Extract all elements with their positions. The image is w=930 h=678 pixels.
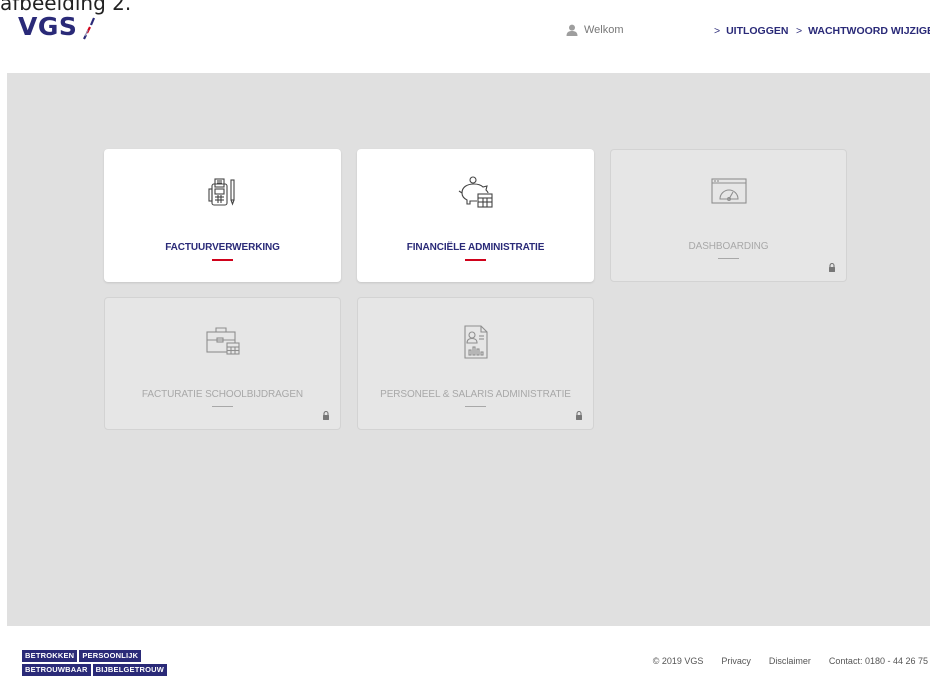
tile-label: FINANCIËLE ADMINISTRATIE bbox=[406, 242, 545, 253]
invoice-calculator-icon bbox=[207, 178, 235, 206]
tile-label: FACTUURVERWERKING bbox=[165, 242, 280, 253]
lock-icon bbox=[829, 263, 835, 272]
briefcase-calculator-icon bbox=[205, 327, 240, 355]
badge-persoonlijk: PERSOONLIJK bbox=[79, 650, 142, 662]
user-icon bbox=[566, 24, 578, 36]
header: VGS Welkom > UITLOGGEN > WACHTWOORD WIJZ… bbox=[0, 0, 930, 72]
change-password-label: WACHTWOORD WIJZIGEN bbox=[808, 25, 930, 37]
logout-label: UITLOGGEN bbox=[726, 25, 789, 37]
privacy-link[interactable]: Privacy bbox=[721, 656, 751, 666]
badge-bijbelgetrouw: BIJBELGETROUW bbox=[92, 664, 168, 676]
chevron-right-icon: > bbox=[714, 25, 721, 37]
tile-label: FACTURATIE SCHOOLBIJDRAGEN bbox=[141, 389, 304, 400]
slogan-badges: BETROKKEN PERSOONLIJK BETROUWBAAR BIJBEL… bbox=[22, 650, 168, 678]
copyright-text: © 2019 VGS bbox=[652, 656, 704, 666]
tile-personeel-salaris-administratie: PERSONEEL & SALARIS ADMINISTRATIE bbox=[357, 297, 594, 430]
underline bbox=[465, 406, 486, 407]
piggy-bank-calculator-icon bbox=[458, 176, 493, 208]
badge-betrokken: BETROKKEN bbox=[22, 650, 78, 662]
tile-factuurverwerking[interactable]: FACTUURVERWERKING bbox=[104, 149, 341, 282]
tile-label: DASHBOARDING bbox=[688, 241, 769, 252]
tile-financiele-administratie[interactable]: FINANCIËLE ADMINISTRATIE bbox=[357, 149, 594, 282]
accent-underline bbox=[212, 259, 233, 261]
tiles-panel: FACTUURVERWERKING FINANCIËLE ADMINISTRAT… bbox=[7, 73, 930, 626]
underline bbox=[212, 406, 233, 407]
chevron-right-icon: > bbox=[796, 25, 803, 37]
vgs-logo[interactable]: VGS bbox=[18, 12, 97, 42]
tile-dashboarding: DASHBOARDING bbox=[610, 149, 847, 282]
contact-text: Contact: 0180 - 44 26 75 bbox=[828, 656, 928, 666]
footer-links: © 2019 VGS Privacy Disclaimer Contact: 0… bbox=[653, 656, 928, 666]
dashboard-gauge-icon bbox=[710, 178, 747, 204]
tile-label: PERSONEEL & SALARIS ADMINISTRATIE bbox=[380, 389, 571, 400]
disclaimer-link[interactable]: Disclaimer bbox=[769, 656, 811, 666]
badge-betrouwbaar: BETROUWBAAR bbox=[22, 664, 91, 676]
welcome-text: Welkom bbox=[584, 24, 624, 36]
person-report-icon bbox=[463, 325, 488, 359]
lock-icon bbox=[576, 411, 582, 420]
change-password-link[interactable]: > WACHTWOORD WIJZIGEN bbox=[796, 25, 930, 37]
tile-facturatie-schoolbijdragen: FACTURATIE SCHOOLBIJDRAGEN bbox=[104, 297, 341, 430]
accent-underline bbox=[465, 259, 486, 261]
logout-link[interactable]: > UITLOGGEN bbox=[714, 25, 788, 37]
welcome-user: Welkom bbox=[566, 24, 624, 36]
underline bbox=[718, 258, 739, 259]
logo-stripes-icon bbox=[83, 17, 96, 40]
lock-icon bbox=[323, 411, 329, 420]
logo-text: VGS bbox=[18, 12, 78, 41]
